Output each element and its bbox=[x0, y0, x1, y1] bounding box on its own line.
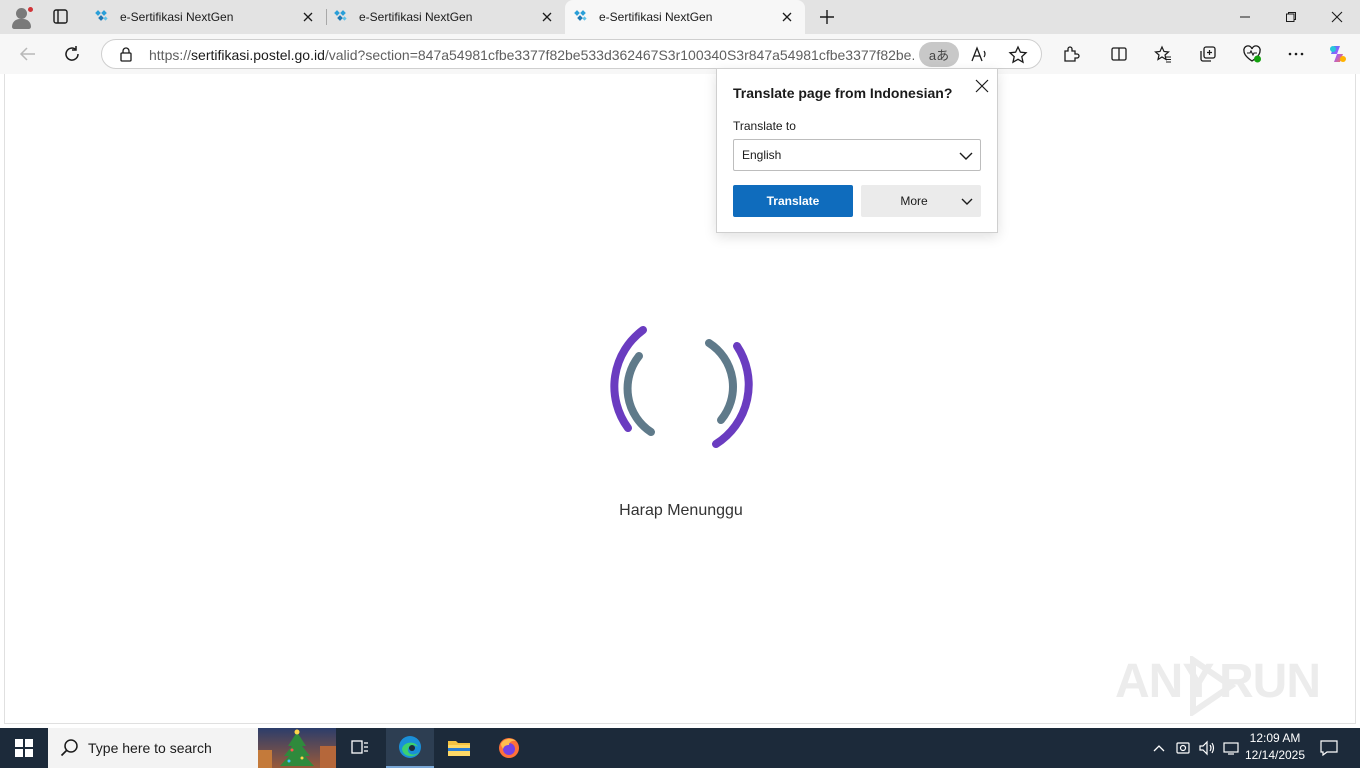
extensions-icon[interactable] bbox=[1056, 39, 1086, 69]
loading-text: Harap Menunggu bbox=[619, 502, 743, 519]
search-icon bbox=[60, 739, 78, 757]
collections-icon[interactable] bbox=[1193, 39, 1223, 69]
profile-avatar-icon[interactable] bbox=[8, 4, 36, 30]
anyrun-watermark: ANY RUN bbox=[1115, 654, 1321, 724]
task-view-icon[interactable] bbox=[336, 728, 384, 768]
translate-glyph: aあ bbox=[928, 48, 950, 63]
loading-spinner-icon bbox=[610, 326, 753, 448]
restore-icon[interactable] bbox=[1268, 0, 1314, 34]
split-screen-icon[interactable] bbox=[1104, 39, 1134, 69]
browser-essentials-icon[interactable] bbox=[1237, 39, 1267, 69]
volume-icon[interactable] bbox=[1196, 728, 1218, 768]
file-explorer-icon[interactable] bbox=[435, 728, 483, 768]
clock-time: 12:09 AM bbox=[1249, 731, 1301, 745]
clock-date: 12/14/2025 bbox=[1244, 748, 1306, 762]
edge-taskbar-icon[interactable] bbox=[386, 728, 434, 768]
more-menu-icon[interactable] bbox=[1281, 39, 1311, 69]
refresh-icon[interactable] bbox=[57, 39, 87, 69]
popup-title: Translate page from Indonesian? bbox=[733, 85, 953, 101]
back-icon[interactable] bbox=[13, 39, 43, 69]
page-content: Harap Menunggu ANY RUN bbox=[4, 74, 1356, 724]
tab-title: e-Sertifikasi NextGen bbox=[120, 10, 234, 24]
site-favicon-icon bbox=[95, 10, 108, 21]
close-window-icon[interactable] bbox=[1314, 0, 1360, 34]
tab-title: e-Sertifikasi NextGen bbox=[359, 10, 473, 24]
browser-toolbar: https://sertifikasi.postel.go.id/valid?s… bbox=[0, 34, 1360, 74]
favorite-star-icon[interactable] bbox=[1007, 44, 1029, 66]
new-tab-icon[interactable] bbox=[814, 5, 840, 29]
close-tab-icon[interactable] bbox=[539, 9, 555, 25]
url-path: /valid?section=847a54981cfbe3377f82be533… bbox=[324, 47, 914, 63]
taskbar-search-box[interactable]: Type here to search bbox=[48, 728, 336, 768]
chevron-down-icon bbox=[959, 152, 973, 160]
show-hidden-icons-icon[interactable] bbox=[1148, 728, 1170, 768]
url-text[interactable]: https://sertifikasi.postel.go.id/valid?s… bbox=[149, 47, 914, 63]
tab-title: e-Sertifikasi NextGen bbox=[599, 10, 713, 24]
tab-strip: e-Sertifikasi NextGen e-Sertifikasi Next… bbox=[0, 0, 1360, 34]
selected-language: English bbox=[742, 148, 782, 162]
chevron-down-icon bbox=[961, 198, 973, 205]
translate-page-icon[interactable]: aあ bbox=[919, 42, 959, 67]
language-select[interactable]: English bbox=[733, 139, 981, 171]
tab-actions-menu-icon[interactable] bbox=[46, 5, 74, 29]
windows-taskbar: Type here to search 12:09 AM 12/14/2025 bbox=[0, 728, 1360, 768]
minimize-icon[interactable] bbox=[1222, 0, 1268, 34]
site-favicon-icon bbox=[334, 10, 347, 21]
windows-start-icon[interactable] bbox=[0, 728, 48, 768]
close-tab-icon[interactable] bbox=[300, 9, 316, 25]
browser-tab-active[interactable]: e-Sertifikasi NextGen bbox=[565, 0, 805, 34]
address-bar[interactable]: https://sertifikasi.postel.go.id/valid?s… bbox=[101, 39, 1042, 69]
url-scheme: https:// bbox=[149, 47, 192, 63]
translate-to-label: Translate to bbox=[733, 119, 796, 133]
notification-center-icon[interactable] bbox=[1312, 728, 1346, 768]
lock-icon[interactable] bbox=[118, 46, 134, 62]
network-icon[interactable] bbox=[1220, 728, 1242, 768]
watermark-text-right: RUN bbox=[1219, 655, 1321, 708]
search-highlight-image[interactable] bbox=[258, 728, 336, 768]
taskbar-clock[interactable]: 12:09 AM 12/14/2025 bbox=[1240, 730, 1310, 764]
site-favicon-icon bbox=[574, 10, 587, 21]
url-host: sertifikasi.postel.go.id bbox=[191, 47, 325, 63]
search-placeholder: Type here to search bbox=[88, 740, 212, 756]
translate-popup: Translate page from Indonesian? Translat… bbox=[716, 68, 998, 233]
close-tab-icon[interactable] bbox=[779, 9, 795, 25]
copilot-icon[interactable] bbox=[1323, 39, 1353, 69]
device-icon[interactable] bbox=[1172, 728, 1194, 768]
favorites-icon[interactable] bbox=[1148, 39, 1178, 69]
read-aloud-icon[interactable] bbox=[968, 44, 990, 66]
more-button[interactable]: More bbox=[861, 185, 981, 217]
close-icon[interactable] bbox=[973, 77, 991, 95]
firefox-icon[interactable] bbox=[485, 728, 533, 768]
more-button-label: More bbox=[900, 194, 928, 208]
translate-button[interactable]: Translate bbox=[733, 185, 853, 217]
browser-tab[interactable]: e-Sertifikasi NextGen bbox=[86, 0, 326, 34]
browser-tab[interactable]: e-Sertifikasi NextGen bbox=[325, 0, 565, 34]
